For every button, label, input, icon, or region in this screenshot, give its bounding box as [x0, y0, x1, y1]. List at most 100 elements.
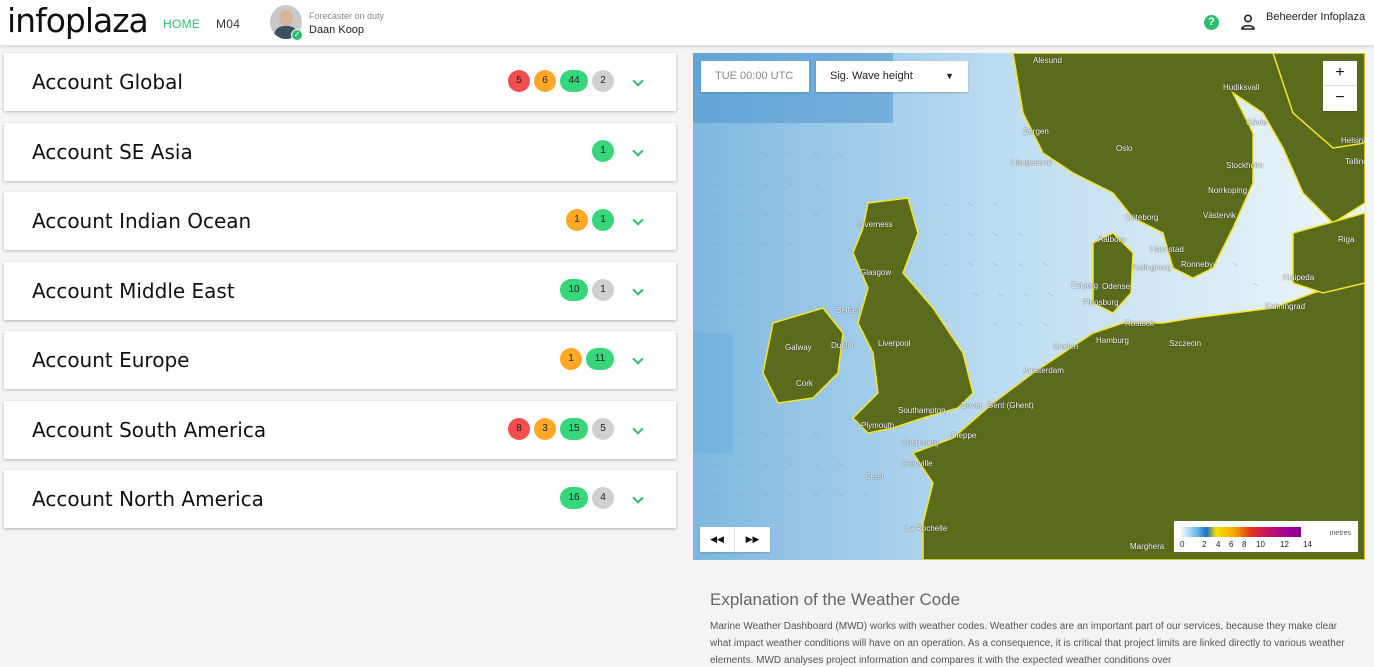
city-label: Glasgow [860, 268, 892, 277]
legend-tick: 12 [1280, 540, 1289, 549]
chevron-down-icon[interactable] [632, 353, 644, 365]
city-label: Alesund [1033, 56, 1062, 65]
check-icon: ✓ [291, 29, 303, 41]
city-label: Kelingborg [1133, 263, 1172, 272]
legend-tick: 4 [1216, 540, 1221, 549]
account-title: Account SE Asia [32, 139, 193, 164]
city-label: Bergen [1023, 127, 1049, 136]
city-label: Dover [961, 401, 983, 410]
status-badges: 1 11 [560, 348, 614, 370]
account-card[interactable]: Account Global 5 6 44 2 [4, 53, 676, 111]
city-label: Klaipeda [1283, 273, 1315, 282]
status-badge: 11 [586, 348, 614, 370]
zoom-in-button[interactable]: + [1323, 61, 1357, 86]
explanation-text: Marine Weather Dashboard (MWD) works wit… [710, 621, 1345, 666]
duty-label: Forecaster on duty [309, 11, 385, 21]
city-label: Norrkoping [1208, 186, 1248, 195]
chevron-down-icon[interactable] [632, 492, 644, 504]
city-label: Dieppe [951, 431, 977, 440]
weather-map[interactable]: Alesund Hudiksvall Gävle Helsinki Tallin… [693, 53, 1365, 560]
city-label: Marghera [1130, 542, 1165, 551]
city-label: Liverpool [878, 339, 911, 348]
user-icon[interactable] [1241, 14, 1255, 30]
city-label: Dublin [831, 341, 854, 350]
status-badges: 16 4 [560, 487, 614, 509]
rewind-button[interactable]: ◀◀ [700, 527, 735, 552]
city-label: Stockholm [1226, 161, 1264, 170]
city-label: Galway [785, 343, 812, 352]
status-badges: 1 [592, 139, 614, 162]
top-header: infoplaza HOME M04 ✓ Forecaster on duty … [0, 0, 1374, 46]
legend-tick: 10 [1256, 540, 1265, 549]
city-label: Belfast [836, 306, 861, 315]
status-badge: 5 [592, 417, 614, 440]
city-label: Helsinki [1341, 136, 1365, 145]
account-title: Account Middle East [32, 278, 235, 303]
chevron-down-icon[interactable] [632, 422, 644, 435]
legend-tick: 0 [1180, 540, 1185, 549]
nav-m04[interactable]: M04 [216, 17, 240, 31]
city-label: Aalborg [1098, 235, 1126, 244]
status-badge: 1 [560, 348, 582, 370]
forward-button[interactable]: ▶▶ [735, 527, 770, 552]
infoplaza-logo[interactable]: infoplaza [7, 1, 149, 40]
city-label: Cork [796, 379, 813, 388]
status-badges: 5 6 44 2 [508, 70, 614, 92]
legend-tick: 6 [1229, 540, 1234, 549]
avatar-head [279, 10, 293, 26]
city-label: Rostock [1125, 319, 1154, 328]
account-card[interactable]: Account North America 16 4 [4, 470, 676, 528]
status-badge: 3 [534, 417, 556, 440]
duty-name: Daan Koop [309, 24, 365, 36]
account-title: Account Indian Ocean [32, 209, 252, 233]
status-badges: 10 1 [560, 278, 614, 301]
status-badge: 10 [560, 278, 588, 301]
city-label: Inverness [858, 220, 893, 229]
legend-tick: 14 [1303, 540, 1312, 549]
zoom-out-button[interactable]: − [1323, 86, 1357, 111]
nav-home[interactable]: HOME [163, 17, 200, 31]
status-badge: 1 [592, 278, 614, 301]
account-card[interactable]: Account SE Asia 1 [4, 122, 676, 181]
zoom-control: + − [1323, 61, 1357, 111]
chevron-down-icon[interactable] [632, 214, 644, 226]
account-title: Account North America [32, 487, 264, 511]
city-label: Tallinn [1345, 157, 1365, 166]
city-label: Hamburg [1096, 336, 1129, 345]
user-name[interactable]: Beheerder Infoplaza [1266, 11, 1365, 23]
chevron-down-icon[interactable] [632, 283, 644, 296]
layer-select[interactable]: Sig. Wave height ▼ [816, 61, 968, 92]
help-icon[interactable]: ? [1204, 15, 1219, 30]
city-label: Odense [1102, 282, 1131, 291]
account-card[interactable]: Account Europe 1 11 [4, 331, 676, 389]
deep-water [693, 333, 733, 453]
account-card[interactable]: Account Middle East 10 1 [4, 261, 676, 320]
chevron-down-icon[interactable] [632, 75, 644, 87]
wave-height-legend: 0 2 4 6 8 10 12 14 metres [1174, 521, 1358, 552]
status-badge: 16 [560, 487, 588, 509]
city-label: Plymouth [861, 421, 895, 430]
city-label: Ronneby [1181, 260, 1214, 269]
explanation-title: Explanation of the Weather Code [710, 590, 961, 609]
city-label: Szczecin [1169, 339, 1202, 348]
city-label: Amsterdam [1023, 366, 1064, 375]
city-label: Flensburg [1083, 298, 1119, 307]
layer-select-value: Sig. Wave height [830, 70, 913, 82]
city-label: La Rochelle [905, 524, 948, 533]
city-label: Västervik [1203, 211, 1236, 220]
status-badge: 1 [592, 139, 614, 162]
status-badges: 11 [566, 209, 614, 231]
status-badge: 15 [560, 417, 588, 440]
status-badge: 1 [592, 209, 614, 231]
account-card[interactable]: Account South America 8 3 15 5 [4, 400, 676, 459]
forecast-time[interactable]: TUE 00:00 UTC [701, 61, 809, 92]
chevron-down-icon[interactable] [632, 144, 644, 157]
account-title: Account Global [32, 70, 183, 94]
city-label: Riga [1338, 235, 1355, 244]
status-badge: 4 [592, 487, 614, 509]
city-label: Esbjerg [1071, 281, 1099, 290]
account-card[interactable]: Account Indian Ocean 11 [4, 192, 676, 250]
city-label: Kaliningrad [1265, 302, 1306, 311]
legend-tick: 8 [1242, 540, 1247, 549]
legend-unit: metres [1329, 530, 1351, 537]
